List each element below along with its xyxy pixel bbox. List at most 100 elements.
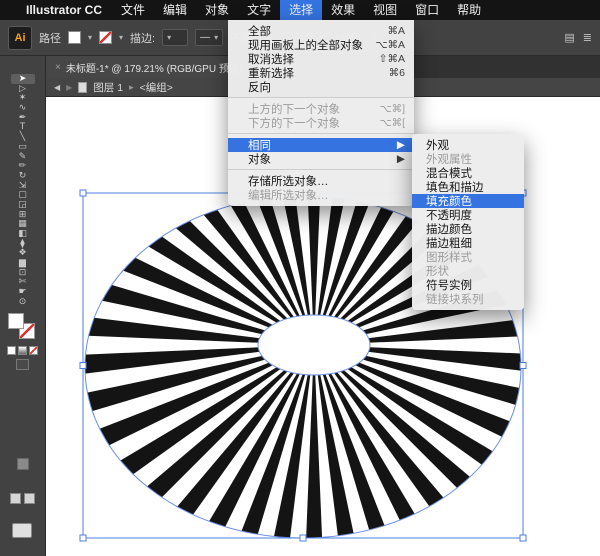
caret-down-icon: ▾	[214, 33, 219, 42]
menu-item-shortcut: ⌥⌘]	[379, 103, 405, 115]
selection-handle[interactable]	[79, 362, 87, 369]
caret-down-icon: ▾	[167, 33, 172, 42]
menubar-item-6[interactable]: 视图	[364, 0, 406, 20]
menu-item-shortcut: ⇧⌘A	[378, 53, 405, 65]
selection-handle[interactable]	[79, 189, 87, 197]
artboard-nav-buttons	[10, 493, 35, 504]
app-menu[interactable]: Illustrator CC	[24, 3, 112, 17]
forward-arrow-icon[interactable]: ▶	[66, 83, 72, 92]
submenu-item-11[interactable]: 链接块系列	[412, 292, 524, 306]
color-button[interactable]	[7, 345, 16, 355]
screen-mode-button[interactable]	[12, 523, 32, 538]
submenu-item-9[interactable]: 形状	[412, 264, 524, 278]
menu-bar: Illustrator CC 文件 编辑 对象 文字 选择 效果 视图 窗口 帮助	[0, 0, 600, 20]
menubar-item-5[interactable]: 效果	[322, 0, 364, 20]
submenu-arrow-icon: ▶	[396, 139, 405, 151]
selection-type-label: 路径	[39, 32, 61, 45]
panel-menu-icon[interactable]: ≣	[583, 31, 592, 44]
brush-definition-dropdown[interactable]: — ▾	[195, 29, 224, 46]
same-submenu: 外观 外观属性 混合模式 填色和描边 填充颜色 不透明度 描边颜色 描边粗细 图形样式 形状 符号实…	[412, 134, 524, 310]
menubar-item-1[interactable]: 编辑	[154, 0, 196, 20]
menu-item-2[interactable]: 取消选择 ⇧⌘A	[228, 52, 414, 66]
menu-item-label: 编辑所选对象…	[248, 190, 329, 202]
menu-separator	[228, 97, 414, 98]
color-type-buttons	[0, 345, 45, 355]
selection-handle[interactable]	[519, 362, 527, 369]
menu-item-9[interactable]: 相同 ▶	[228, 138, 414, 152]
control-bar-right: ▤ ≣	[564, 31, 592, 44]
zoom-tool[interactable]: ⊙	[11, 296, 35, 307]
menu-item-12[interactable]: 存储所选对象…	[228, 174, 414, 188]
back-arrow-icon[interactable]: ◀	[54, 83, 60, 92]
menu-item-shortcut: ⌘A	[387, 25, 405, 37]
fill-indicator-white[interactable]	[7, 312, 24, 329]
stroke-weight-dropdown[interactable]: ▾	[162, 29, 189, 46]
menu-bar-items: 文件 编辑 对象 文字 选择 效果 视图 窗口 帮助	[112, 0, 490, 20]
draw-mode-icon[interactable]	[17, 458, 29, 470]
select-menu-dropdown: 全部 ⌘A 现用画板上的全部对象 ⌥⌘A 取消选择 ⇧⌘A 重新选择 ⌘6 反向上方的下一个对象…	[228, 20, 414, 206]
menubar-item-0[interactable]: 文件	[112, 0, 154, 20]
chevron-right-icon: ▸	[129, 81, 134, 92]
caret-down-icon[interactable]: ▾	[88, 33, 92, 42]
submenu-item-10[interactable]: 符号实例	[412, 278, 524, 292]
menubar-item-3[interactable]: 文字	[238, 0, 280, 20]
selection-handle[interactable]	[299, 534, 307, 542]
tools-panel: ➤ ▷ ✶ ∿ ✒ T ╲ ▭ ✎ ✏ ↻ ⇲ ▢ ◲ ⊞ ▦ ◧ ⧫ ❖ ▆ ⊡ ✄ ☛ ⊙	[0, 56, 46, 556]
brush-stroke-icon: —	[200, 32, 211, 43]
menu-item-10[interactable]: 对象 ▶	[228, 152, 414, 166]
illustrator-app-window: Illustrator CC 文件 编辑 对象 文字 选择 效果 视图 窗口 帮助 Ai 路径 …	[0, 0, 600, 556]
submenu-item-label: 链接块系列	[426, 294, 484, 306]
menubar-item-4[interactable]: 选择	[280, 0, 323, 20]
submenu-item-0[interactable]: 外观	[412, 138, 524, 152]
document-title: 未标题-1* @ 179.21% (RGB/GPU 预览)	[65, 63, 243, 75]
submenu-item-5[interactable]: 不透明度	[412, 208, 524, 222]
menu-item-label: 下方的下一个对象	[248, 118, 340, 130]
menu-item-label: 反向	[248, 82, 271, 94]
close-icon[interactable]: ×	[55, 62, 61, 73]
stroke-label: 描边:	[130, 32, 156, 45]
submenu-item-7[interactable]: 描边粗细	[412, 236, 524, 250]
drawing-mode-button[interactable]	[16, 358, 29, 370]
gradient-button[interactable]	[18, 345, 27, 355]
selection-handle[interactable]	[519, 534, 527, 542]
submenu-item-3[interactable]: 填色和描边	[412, 180, 524, 194]
menu-item-shortcut: ⌘6	[388, 67, 405, 79]
menubar-item-2[interactable]: 对象	[196, 0, 238, 20]
menu-separator	[228, 169, 414, 170]
menu-item-7[interactable]: 下方的下一个对象 ⌥⌘[	[228, 116, 414, 130]
document-setup-icon[interactable]: ▤	[564, 31, 574, 44]
menu-item-3[interactable]: 重新选择 ⌘6	[228, 66, 414, 80]
none-button[interactable]	[29, 345, 38, 355]
submenu-item-1[interactable]: 外观属性	[412, 152, 524, 166]
tool-list: ➤ ▷ ✶ ∿ ✒ T ╲ ▭ ✎ ✏ ↻ ⇲ ▢ ◲ ⊞ ▦ ◧ ⧫ ❖ ▆ ⊡ ✄ ☛ ⊙	[0, 73, 45, 307]
selection-handle[interactable]	[79, 534, 87, 542]
menubar-item-8[interactable]: 帮助	[448, 0, 490, 20]
menu-item-6[interactable]: 上方的下一个对象 ⌥⌘]	[228, 102, 414, 116]
illustrator-logo: Ai	[8, 25, 32, 50]
submenu-item-2[interactable]: 混合模式	[412, 166, 524, 180]
submenu-item-8[interactable]: 图形样式	[412, 250, 524, 264]
submenu-arrow-icon: ▶	[396, 153, 405, 165]
menu-item-label: 对象	[248, 154, 271, 166]
menu-item-1[interactable]: 现用画板上的全部对象 ⌥⌘A	[228, 38, 414, 52]
fill-color-swatch[interactable]	[68, 31, 81, 44]
submenu-item-4[interactable]: 填充颜色	[412, 194, 524, 208]
menu-item-shortcut: ⌥⌘[	[379, 117, 405, 129]
menu-item-4[interactable]: 反向	[228, 80, 414, 94]
inner-path-outline	[257, 314, 371, 376]
breadcrumb-layer[interactable]: 图层 1	[93, 80, 123, 95]
caret-down-icon[interactable]: ▾	[119, 33, 123, 42]
artboard-nav-button[interactable]	[24, 493, 35, 504]
menu-separator	[228, 133, 414, 134]
menubar-item-7[interactable]: 窗口	[406, 0, 448, 20]
menu-item-0[interactable]: 全部 ⌘A	[228, 24, 414, 38]
fill-stroke-indicator[interactable]	[7, 312, 38, 342]
menu-item-13[interactable]: 编辑所选对象…	[228, 188, 414, 202]
artboard-nav-button[interactable]	[10, 493, 21, 504]
menu-item-shortcut: ⌥⌘A	[375, 39, 405, 51]
breadcrumb-group[interactable]: <编组>	[140, 80, 173, 95]
document-tab[interactable]: × 未标题-1* @ 179.21% (RGB/GPU 预览)	[46, 56, 253, 78]
submenu-item-6[interactable]: 描边颜色	[412, 222, 524, 236]
layer-icon	[78, 81, 88, 93]
stroke-color-swatch[interactable]	[99, 31, 113, 44]
